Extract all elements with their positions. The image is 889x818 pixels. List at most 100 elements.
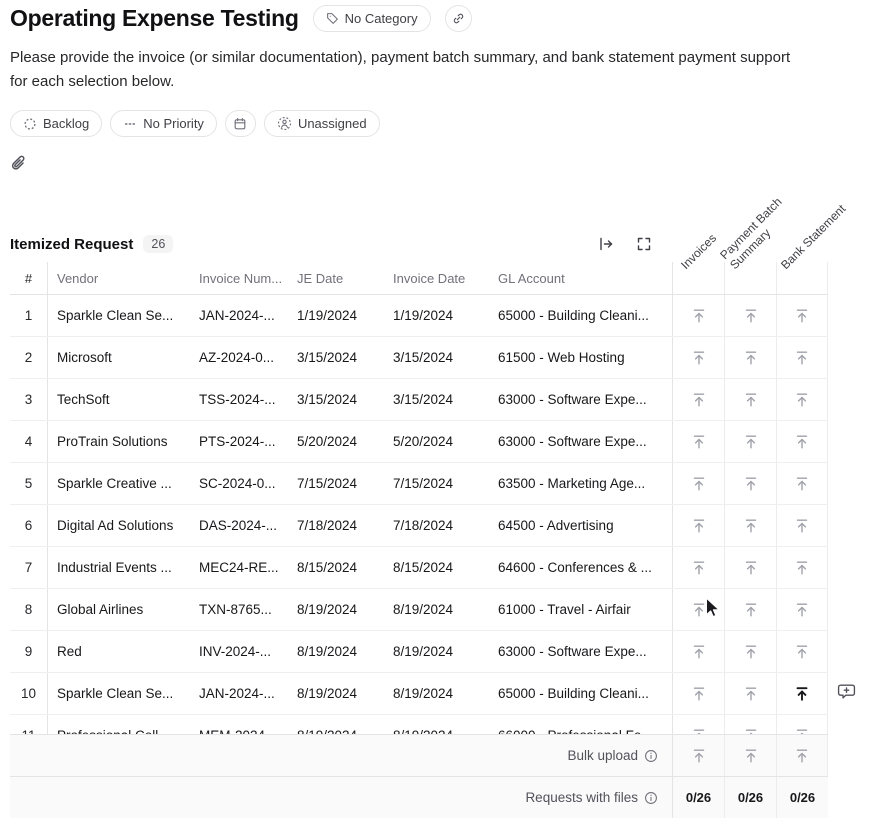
upload-icon <box>743 434 759 450</box>
copy-link-button[interactable] <box>445 5 472 32</box>
cell-vendor: Sparkle Clean Se... <box>48 673 190 714</box>
cell-vendor: TechSoft <box>48 379 190 420</box>
upload-invoices-button[interactable] <box>672 379 724 420</box>
date-chip[interactable] <box>225 110 256 137</box>
cell-invoice-date: 7/18/2024 <box>384 505 489 546</box>
upload-column-header-spacer <box>776 262 828 294</box>
row-count-badge: 26 <box>143 235 173 253</box>
upload-invoices-button[interactable] <box>672 673 724 714</box>
row-number: 1 <box>10 295 48 336</box>
upload-icon <box>794 644 810 660</box>
upload-bank-statement-button[interactable] <box>776 589 828 630</box>
table-row: 7 Industrial Events ... MEC24-RE... 8/15… <box>10 547 828 589</box>
link-icon <box>452 12 465 25</box>
upload-icon <box>691 602 707 618</box>
cell-je-date: 3/15/2024 <box>288 337 384 378</box>
table-title: Itemized Request <box>10 236 133 253</box>
upload-icon <box>743 308 759 324</box>
upload-invoices-button[interactable] <box>672 295 724 336</box>
upload-icon <box>743 602 759 618</box>
upload-bank-statement-button[interactable] <box>776 631 828 672</box>
upload-payment-batch-button[interactable] <box>724 463 776 504</box>
bulk-upload-label: Bulk upload <box>567 748 638 763</box>
priority-label: No Priority <box>143 116 204 131</box>
upload-icon <box>691 686 707 702</box>
upload-payment-batch-button[interactable] <box>724 379 776 420</box>
add-comment-button[interactable] <box>837 682 856 701</box>
cell-je-date: 5/20/2024 <box>288 421 384 462</box>
calendar-icon <box>233 117 247 131</box>
cell-vendor: Sparkle Creative ... <box>48 463 190 504</box>
open-side-panel-button[interactable] <box>598 236 614 252</box>
column-header-je-date: JE Date <box>288 262 384 294</box>
status-chip[interactable]: Backlog <box>10 110 102 137</box>
cell-je-date: 8/15/2024 <box>288 547 384 588</box>
upload-bank-statement-button[interactable] <box>776 673 828 714</box>
upload-invoices-button[interactable] <box>672 631 724 672</box>
column-header-gl-account: GL Account <box>489 262 672 294</box>
upload-payment-batch-button[interactable] <box>724 589 776 630</box>
upload-invoices-button[interactable] <box>672 715 724 734</box>
upload-invoices-button[interactable] <box>672 589 724 630</box>
upload-bank-statement-button[interactable] <box>776 715 828 734</box>
upload-invoices-button[interactable] <box>672 463 724 504</box>
add-comment-icon <box>837 682 856 701</box>
upload-invoices-button[interactable] <box>672 505 724 546</box>
assignee-chip[interactable]: Unassigned <box>264 110 380 137</box>
bulk-upload-bank-statement-button[interactable] <box>776 735 828 776</box>
cell-gl-account: 61500 - Web Hosting <box>489 337 672 378</box>
cell-invoice-date: 8/19/2024 <box>384 589 489 630</box>
expand-icon <box>636 236 652 252</box>
upload-icon <box>794 476 810 492</box>
upload-payment-batch-button[interactable] <box>724 631 776 672</box>
bulk-upload-label-wrap: Bulk upload <box>10 735 672 776</box>
upload-payment-batch-button[interactable] <box>724 295 776 336</box>
page-title: Operating Expense Testing <box>10 5 299 32</box>
upload-icon <box>794 748 810 764</box>
expand-table-button[interactable] <box>636 236 652 252</box>
upload-payment-batch-button[interactable] <box>724 547 776 588</box>
upload-payment-batch-button[interactable] <box>724 337 776 378</box>
invoices-file-count: 0/26 <box>672 777 724 818</box>
table-row: 11 Professional Coll... MEM-2024... 8/19… <box>10 715 828 734</box>
upload-payment-batch-button[interactable] <box>724 715 776 734</box>
cell-gl-account: 64500 - Advertising <box>489 505 672 546</box>
upload-icon <box>691 308 707 324</box>
bulk-upload-payment-batch-button[interactable] <box>724 735 776 776</box>
upload-bank-statement-button[interactable] <box>776 379 828 420</box>
attach-file-button[interactable] <box>10 155 28 173</box>
upload-payment-batch-button[interactable] <box>724 421 776 462</box>
upload-invoices-button[interactable] <box>672 421 724 462</box>
upload-icon <box>794 686 810 702</box>
upload-bank-statement-button[interactable] <box>776 463 828 504</box>
page-header: Operating Expense Testing No Category <box>10 5 472 32</box>
table-row: 8 Global Airlines TXN-8765... 8/19/2024 … <box>10 589 828 631</box>
upload-payment-batch-button[interactable] <box>724 505 776 546</box>
info-circle-icon[interactable] <box>644 749 658 763</box>
row-number: 3 <box>10 379 48 420</box>
upload-invoices-button[interactable] <box>672 547 724 588</box>
paperclip-icon <box>10 155 28 173</box>
request-description: Please provide the invoice (or similar d… <box>10 46 800 94</box>
bulk-upload-row: Bulk upload <box>10 734 828 776</box>
upload-bank-statement-button[interactable] <box>776 505 828 546</box>
info-circle-icon[interactable] <box>644 791 658 805</box>
row-number: 11 <box>10 715 48 734</box>
upload-bank-statement-button[interactable] <box>776 547 828 588</box>
category-chip[interactable]: No Category <box>313 5 431 32</box>
upload-payment-batch-button[interactable] <box>724 673 776 714</box>
requests-with-files-row: Requests with files 0/26 0/26 0/26 <box>10 776 828 818</box>
priority-chip[interactable]: No Priority <box>110 110 217 137</box>
upload-bank-statement-button[interactable] <box>776 337 828 378</box>
bulk-upload-invoices-button[interactable] <box>672 735 724 776</box>
cell-gl-account: 65000 - Building Cleani... <box>489 673 672 714</box>
cell-invoice-date: 3/15/2024 <box>384 379 489 420</box>
upload-bank-statement-button[interactable] <box>776 421 828 462</box>
cell-invoice-num: MEC24-RE... <box>190 547 288 588</box>
upload-bank-statement-button[interactable] <box>776 295 828 336</box>
cell-gl-account: 63000 - Software Expe... <box>489 631 672 672</box>
upload-invoices-button[interactable] <box>672 337 724 378</box>
itemized-request-table: # Vendor Invoice Num... JE Date Invoice … <box>10 262 828 818</box>
upload-icon <box>691 518 707 534</box>
upload-icon <box>743 748 759 764</box>
